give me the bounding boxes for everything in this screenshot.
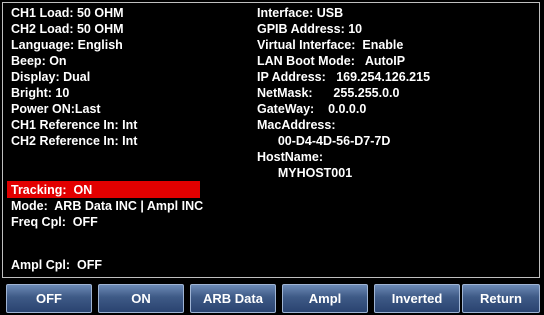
interface: Interface: USB [257, 6, 344, 20]
mac-address-label: MacAddress: [257, 118, 336, 132]
hostname-label: HostName: [257, 150, 323, 164]
display: Display: Dual [11, 70, 91, 84]
freq-cpl: Freq Cpl: OFF [11, 215, 98, 229]
ch2-reference-in: CH2 Reference In: Int [11, 134, 138, 148]
settings-screen: CH1 Load: 50 OHM CH2 Load: 50 OHM Langua… [0, 0, 544, 315]
ampl-cpl: Ampl Cpl: OFF [11, 258, 102, 272]
gpib-address: GPIB Address: 10 [257, 22, 363, 36]
ch1-load: CH1 Load: 50 OHM [11, 6, 124, 20]
hostname-value: MYHOST001 [257, 166, 353, 180]
netmask: NetMask: 255.255.0.0 [257, 86, 400, 100]
language: Language: English [11, 38, 123, 52]
beep: Beep: On [11, 54, 67, 68]
ch2-load: CH2 Load: 50 OHM [11, 22, 124, 36]
power-on: Power ON:Last [11, 102, 101, 116]
bright: Bright: 10 [11, 86, 70, 100]
gateway: GateWay: 0.0.0.0 [257, 102, 367, 116]
mode: Mode: ARB Data INC | Ampl INC [11, 199, 204, 213]
ip-address: IP Address: 169.254.126.215 [257, 70, 431, 84]
ch1-reference-in: CH1 Reference In: Int [11, 118, 138, 132]
arb-data-button[interactable]: ARB Data [190, 284, 276, 313]
inverted-button[interactable]: Inverted [374, 284, 460, 313]
virtual-interface: Virtual Interface: Enable [257, 38, 404, 52]
mac-address-value: 00-D4-4D-56-D7-7D [257, 134, 391, 148]
softkey-bar: OFF ON ARB Data Ampl Inverted Return [0, 283, 544, 315]
ampl-button[interactable]: Ampl [282, 284, 368, 313]
tracking[interactable]: Tracking: ON [11, 182, 92, 198]
return-button[interactable]: Return [462, 284, 540, 313]
lan-boot-mode: LAN Boot Mode: AutoIP [257, 54, 406, 68]
off-button[interactable]: OFF [6, 284, 92, 313]
on-button[interactable]: ON [98, 284, 184, 313]
